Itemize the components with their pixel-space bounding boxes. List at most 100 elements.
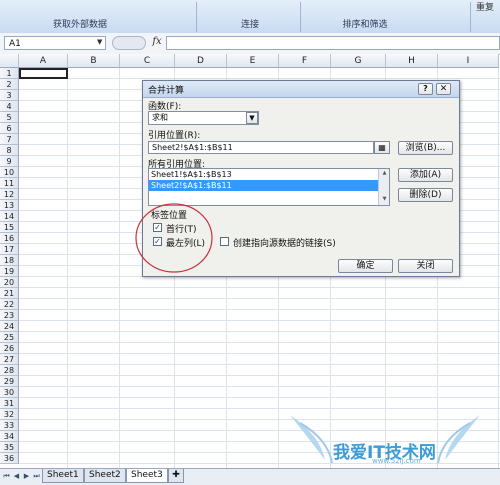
sheet-tab-sheet3[interactable]: Sheet3	[126, 469, 168, 483]
gridline-horizontal	[19, 331, 500, 332]
row-header-10[interactable]: 10	[0, 167, 19, 178]
column-header-e[interactable]: E	[227, 54, 279, 68]
column-header-d[interactable]: D	[175, 54, 227, 68]
formula-bar-splitter[interactable]	[112, 36, 146, 50]
close-icon[interactable]: ✕	[436, 83, 451, 95]
row-header-20[interactable]: 20	[0, 277, 19, 288]
first-sheet-icon[interactable]: ⏮	[2, 471, 11, 481]
row-header-8[interactable]: 8	[0, 145, 19, 156]
sheet-tab-sheet1[interactable]: Sheet1	[42, 469, 84, 483]
row-header-14[interactable]: 14	[0, 211, 19, 222]
reference-list-item-selected[interactable]: Sheet2!$A$1:$B$11	[149, 180, 379, 191]
row-header-29[interactable]: 29	[0, 376, 19, 387]
row-header-6[interactable]: 6	[0, 123, 19, 134]
prev-sheet-icon[interactable]: ◀	[12, 471, 21, 481]
next-sheet-icon[interactable]: ▶	[22, 471, 31, 481]
row-header-7[interactable]: 7	[0, 134, 19, 145]
watermark-url: www.52ij.com	[372, 457, 421, 465]
row-header-34[interactable]: 34	[0, 431, 19, 442]
reference-label: 引用位置(R):	[148, 131, 201, 141]
row-header-3[interactable]: 3	[0, 90, 19, 101]
dialog-title: 合并计算	[148, 86, 185, 96]
gridline-horizontal	[19, 364, 500, 365]
name-box-dropdown-icon[interactable]: ▼	[97, 38, 102, 46]
delete-button[interactable]: 删除(D)	[398, 188, 453, 202]
create-links-checkbox[interactable]	[220, 237, 229, 246]
row-header-36[interactable]: 36	[0, 453, 19, 464]
column-header-i[interactable]: I	[438, 54, 499, 68]
gridline-horizontal	[19, 309, 500, 310]
row-header-32[interactable]: 32	[0, 409, 19, 420]
row-header-35[interactable]: 35	[0, 442, 19, 453]
row-header-31[interactable]: 31	[0, 398, 19, 409]
column-header-h[interactable]: H	[386, 54, 438, 68]
row-header-2[interactable]: 2	[0, 79, 19, 90]
row-header-5[interactable]: 5	[0, 112, 19, 123]
dialog-titlebar	[143, 81, 459, 98]
column-header-f[interactable]: F	[279, 54, 331, 68]
ribbon-group-sort-filter: 排序和筛选	[342, 20, 388, 30]
gridline-horizontal	[19, 375, 500, 376]
gridline-horizontal	[19, 298, 500, 299]
row-header-11[interactable]: 11	[0, 178, 19, 189]
scroll-down-icon[interactable]: ▼	[379, 195, 389, 203]
row-header-21[interactable]: 21	[0, 288, 19, 299]
browse-button[interactable]: 浏览(B)...	[398, 141, 453, 155]
gridline-horizontal	[19, 353, 500, 354]
active-cell[interactable]	[19, 68, 68, 79]
row-header-13[interactable]: 13	[0, 200, 19, 211]
formula-input[interactable]	[166, 36, 500, 50]
reference-list-item[interactable]: Sheet1!$A$1:$B$13	[149, 169, 389, 180]
row-header-19[interactable]: 19	[0, 266, 19, 277]
fx-icon[interactable]: fx	[150, 36, 164, 50]
insert-sheet-icon[interactable]: ✚	[168, 469, 184, 483]
column-header-b[interactable]: B	[68, 54, 120, 68]
row-header-22[interactable]: 22	[0, 299, 19, 310]
ribbon: 获取外部数据 连接 排序和筛选 重复	[0, 0, 500, 34]
row-header-15[interactable]: 15	[0, 222, 19, 233]
ribbon-repeat-label[interactable]: 重复	[476, 0, 494, 13]
row-header-1[interactable]: 1	[0, 68, 19, 79]
annotation-circle	[135, 203, 213, 273]
row-header-25[interactable]: 25	[0, 332, 19, 343]
help-button[interactable]: ?	[418, 83, 433, 95]
gridline-horizontal	[19, 342, 500, 343]
scroll-up-icon[interactable]: ▲	[379, 169, 389, 177]
row-header-30[interactable]: 30	[0, 387, 19, 398]
row-header-33[interactable]: 33	[0, 420, 19, 431]
ribbon-group-external-data: 获取外部数据	[52, 20, 107, 30]
gridline-horizontal	[19, 78, 500, 79]
gridline-horizontal	[19, 287, 500, 288]
ribbon-group-connections: 连接	[240, 20, 259, 30]
row-header-4[interactable]: 4	[0, 101, 19, 112]
row-header-27[interactable]: 27	[0, 354, 19, 365]
row-header-9[interactable]: 9	[0, 156, 19, 167]
gridline-horizontal	[19, 386, 500, 387]
sheet-tab-sheet2[interactable]: Sheet2	[84, 469, 126, 483]
row-header-28[interactable]: 28	[0, 365, 19, 376]
add-button[interactable]: 添加(A)	[398, 168, 453, 182]
close-button[interactable]: 关闭	[398, 259, 453, 273]
gridline-horizontal	[19, 320, 500, 321]
range-collapse-icon[interactable]: ▦	[374, 141, 390, 154]
name-box[interactable]: A1	[4, 36, 106, 50]
ribbon-separator	[470, 2, 471, 32]
reference-input[interactable]: Sheet2!$A$1:$B$11	[148, 141, 374, 154]
row-header-23[interactable]: 23	[0, 310, 19, 321]
column-header-c[interactable]: C	[120, 54, 175, 68]
row-header-26[interactable]: 26	[0, 343, 19, 354]
chevron-down-icon[interactable]: ▼	[246, 112, 258, 124]
ok-button[interactable]: 确定	[338, 259, 393, 273]
function-select[interactable]: 求和	[148, 111, 259, 125]
row-header-17[interactable]: 17	[0, 244, 19, 255]
row-header-24[interactable]: 24	[0, 321, 19, 332]
row-header-16[interactable]: 16	[0, 233, 19, 244]
column-header-g[interactable]: G	[331, 54, 386, 68]
list-scrollbar[interactable]: ▲ ▼	[378, 169, 389, 205]
last-sheet-icon[interactable]: ⏭	[32, 471, 41, 481]
create-links-label: 创建指向源数据的链接(S)	[233, 239, 336, 249]
row-header-12[interactable]: 12	[0, 189, 19, 200]
column-header-a[interactable]: A	[19, 54, 68, 68]
row-header-18[interactable]: 18	[0, 255, 19, 266]
select-all-corner[interactable]	[0, 54, 19, 68]
